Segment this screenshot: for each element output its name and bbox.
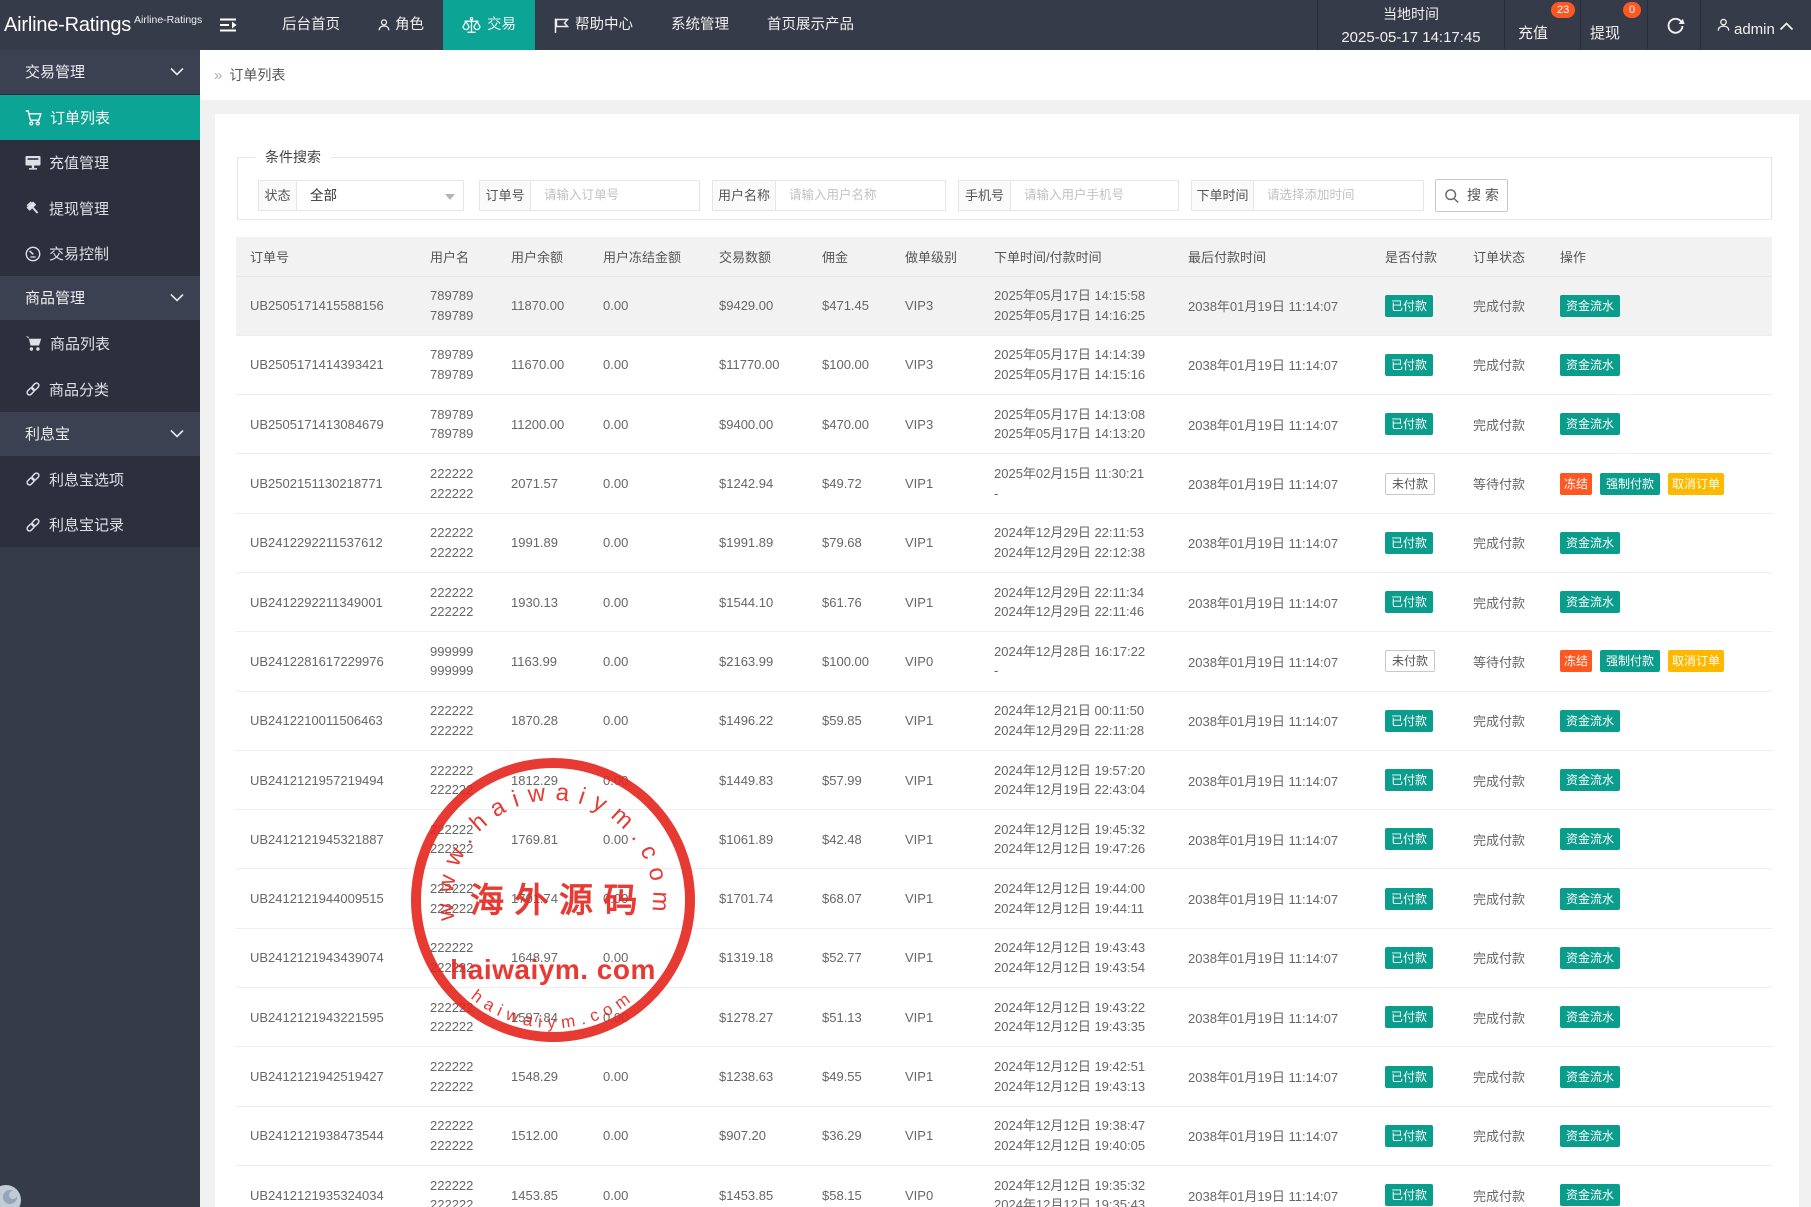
svg-text:海外源码: 海外源码 [470,873,648,922]
svg-text:haiwaiym. com: haiwaiym. com [450,954,656,985]
